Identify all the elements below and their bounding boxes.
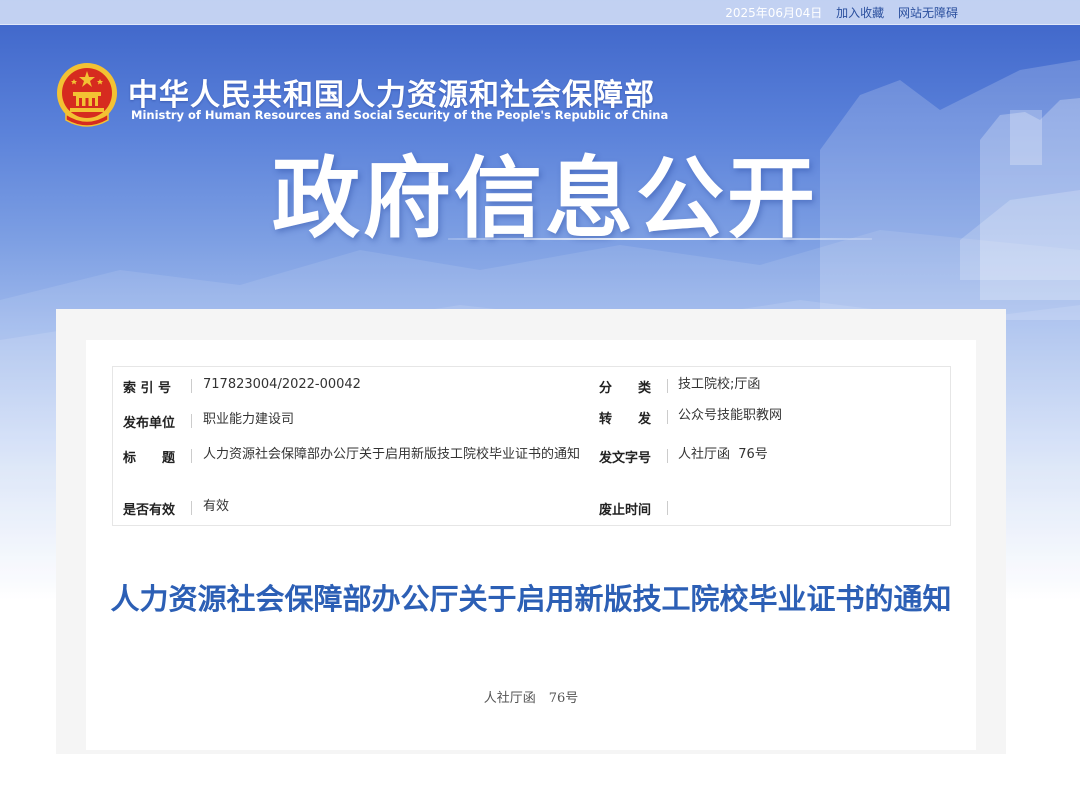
top-utility-bar: 2025年06月04日 加入收藏 网站无障碍 — [0, 0, 1080, 25]
cell-divider — [667, 501, 668, 515]
document-number: 人社厅函 76号 — [483, 691, 579, 706]
cell-divider — [191, 379, 192, 393]
ministry-name-en: Ministry of Human Resources and Social S… — [131, 108, 669, 122]
cell-divider — [191, 414, 192, 428]
valid-label: 是否有效 — [123, 503, 176, 518]
title-label: 标 题 — [123, 451, 176, 466]
add-bookmark-link[interactable]: 加入收藏 — [836, 6, 884, 20]
cell-divider — [667, 449, 668, 463]
publisher-label: 发布单位 — [123, 416, 176, 431]
doc-no-value: 人社厅函 76号 — [678, 447, 768, 462]
cell-divider — [191, 501, 192, 515]
cell-divider — [191, 449, 192, 463]
publisher-value: 职业能力建设司 — [203, 412, 295, 427]
forward-value: 公众号技能职教网 — [678, 408, 783, 423]
index-no-label: 索 引 号 — [123, 381, 172, 396]
page-heading: 政府信息公开 — [272, 147, 819, 250]
title-value: 人力资源社会保障部办公厅关于启用新版技工院校毕业证书的通知 — [203, 447, 581, 462]
cell-divider — [667, 379, 668, 393]
doc-no-label: 发文字号 — [599, 451, 652, 466]
heading-divider — [448, 238, 872, 240]
index-no-value: 717823004/2022-00042 — [203, 377, 361, 392]
forward-label: 转 发 — [599, 412, 652, 427]
expire-label: 废止时间 — [599, 503, 652, 518]
document-title: 人力资源社会保障部办公厅关于启用新版技工院校毕业证书的通知 — [110, 582, 952, 616]
national-emblem-icon — [57, 63, 117, 127]
accessibility-link[interactable]: 网站无障碍 — [898, 6, 958, 20]
category-label: 分 类 — [599, 381, 652, 396]
category-value: 技工院校;厅函 — [678, 377, 761, 392]
current-date: 2025年06月04日 — [725, 6, 823, 20]
valid-value: 有效 — [203, 499, 230, 514]
document-metadata-table: 索 引 号 717823004/2022-00042 分 类 技工院校;厅函 发… — [112, 366, 951, 526]
cell-divider — [667, 410, 668, 424]
